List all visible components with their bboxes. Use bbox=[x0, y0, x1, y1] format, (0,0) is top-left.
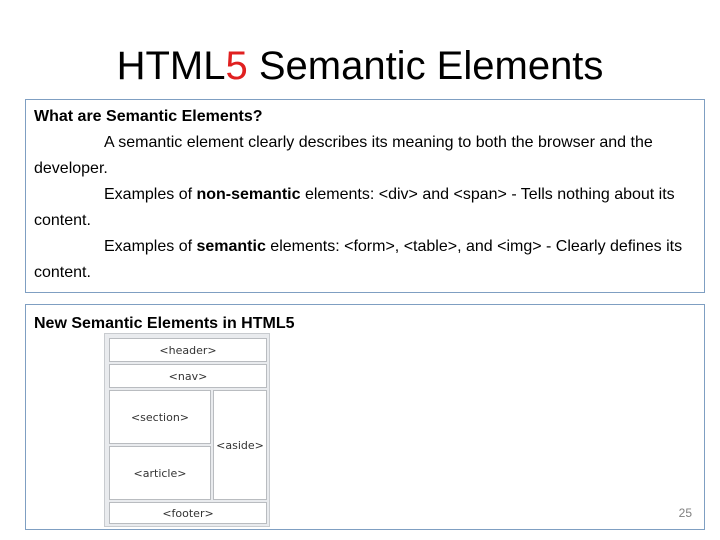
semantic-start: Examples of bbox=[104, 238, 197, 255]
diagram-aside-cell: <aside> bbox=[213, 390, 267, 500]
diagram-nav-cell: <nav> bbox=[109, 364, 267, 388]
definition-paragraph: A semantic element clearly describes its… bbox=[34, 130, 694, 182]
layout-diagram: <header> <nav> <section> <article> <asid… bbox=[104, 333, 270, 527]
page-number: 25 bbox=[678, 506, 692, 520]
diagram-article-cell: <article> bbox=[109, 446, 211, 500]
slide-title: HTML5 Semantic Elements bbox=[0, 42, 720, 90]
diagram-footer-cell: <footer> bbox=[109, 502, 267, 524]
definition-text: A semantic element clearly describes its… bbox=[34, 134, 653, 177]
title-suffix: Semantic Elements bbox=[247, 44, 604, 88]
title-accent: 5 bbox=[225, 44, 248, 88]
title-prefix: HTML bbox=[116, 44, 226, 88]
semantic-paragraph: Examples of semantic elements: <form>, <… bbox=[34, 234, 694, 286]
diagram-section-cell: <section> bbox=[109, 390, 211, 444]
semantic-definition-box: What are Semantic Elements? A semantic e… bbox=[25, 99, 705, 293]
non-semantic-start: Examples of bbox=[104, 186, 197, 203]
semantic-bold: semantic bbox=[196, 238, 266, 255]
non-semantic-bold: non-semantic bbox=[196, 186, 301, 203]
non-semantic-paragraph: Examples of non-semantic elements: <div>… bbox=[34, 182, 694, 234]
diagram-header-cell: <header> bbox=[109, 338, 267, 362]
section1-heading: What are Semantic Elements? bbox=[34, 108, 263, 125]
